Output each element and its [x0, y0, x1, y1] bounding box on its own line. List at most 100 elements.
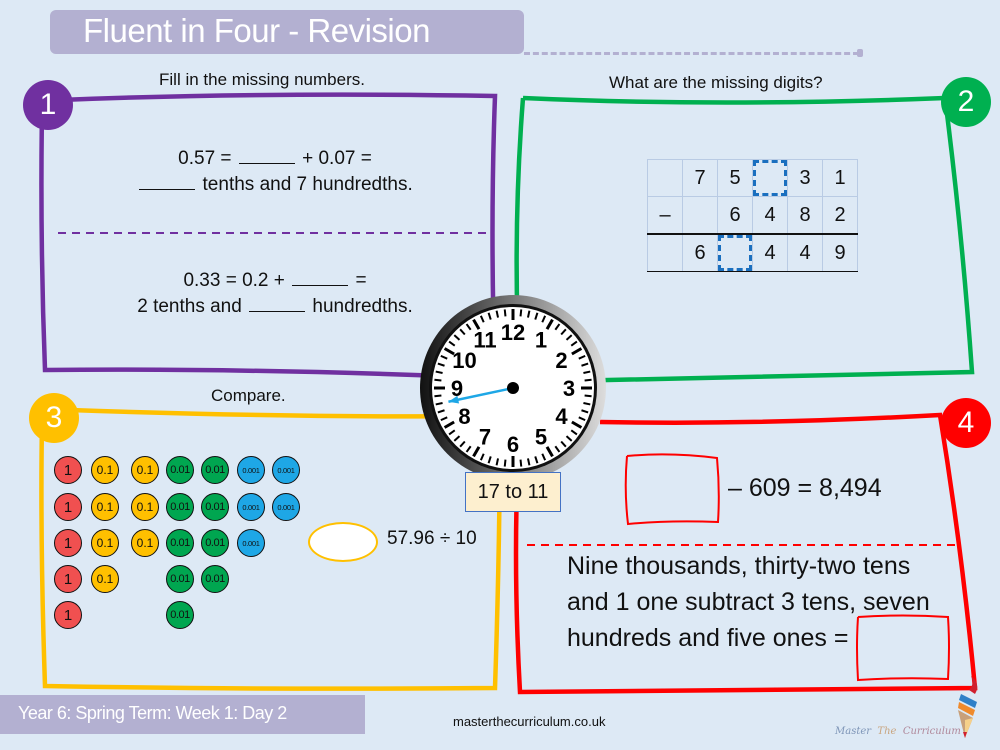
- grid-cell: 6: [717, 196, 753, 235]
- grid-cell: 4: [752, 196, 788, 235]
- clock-tick: [495, 310, 500, 318]
- page-title: Fluent in Four - Revision: [83, 12, 430, 49]
- clock-tick: [434, 394, 442, 398]
- s1-q2-blank-2[interactable]: [249, 310, 306, 312]
- section-2-badge: 2: [941, 77, 991, 127]
- clock-number: 7: [479, 424, 491, 449]
- grid-cell: 7: [682, 159, 718, 197]
- title-divider: [524, 52, 859, 55]
- clock-center: [507, 382, 519, 394]
- s4-equation: – 609 = 8,494: [728, 474, 882, 502]
- section-3-prompt: Compare.: [211, 386, 286, 405]
- grid-cell[interactable]: [717, 233, 753, 272]
- counter-ones: 1: [54, 601, 82, 629]
- clock-number: 5: [535, 424, 547, 449]
- section-1-prompt: Fill in the missing numbers.: [159, 70, 365, 89]
- counter-tenths: 0.1: [131, 493, 159, 521]
- counter-hundredths: 0.01: [166, 601, 194, 629]
- counter-hundredths: 0.01: [201, 493, 229, 521]
- counter-tenths: 0.1: [131, 529, 159, 557]
- subtraction-grid: 7 5 3 1–6 4 8 2 6 4 4 9: [647, 159, 858, 272]
- counter-hundredths: 0.01: [166, 529, 194, 557]
- grid-cell: [647, 233, 683, 272]
- clock-tick: [584, 378, 592, 382]
- clock-time-label: 17 to 11: [465, 472, 561, 512]
- clock-tick: [519, 459, 523, 467]
- s1-q2-text-a: 0.33 = 0.2 +: [183, 270, 285, 291]
- counter-ones: 1: [54, 493, 82, 521]
- s1-q2-text-c: 2 tenths and: [137, 296, 242, 317]
- s1-q2-blank-1[interactable]: [292, 284, 349, 286]
- missing-digit-box[interactable]: [718, 235, 752, 271]
- clock-number: 1: [535, 328, 547, 353]
- grid-cell: 1: [822, 159, 858, 197]
- s4-answer-box-1[interactable]: [620, 450, 725, 530]
- section-2-prompt: What are the missing digits?: [609, 73, 823, 92]
- counter-tenths: 0.1: [131, 456, 159, 484]
- logo-wordmark: Master The Curriculum: [835, 726, 961, 737]
- compare-expression: 57.96 ÷ 10: [387, 528, 477, 549]
- counter-thousandths: 0.001: [237, 456, 265, 484]
- s1-q1-line2: tenths and 7 hundredths.: [60, 174, 490, 196]
- grid-cell: 8: [787, 196, 823, 235]
- s1-q1-line1: 0.57 = + 0.07 =: [60, 148, 490, 170]
- counter-tenths: 0.1: [91, 493, 119, 521]
- clock-tick: [583, 401, 591, 406]
- logo-word-3: Curriculum: [902, 726, 961, 737]
- counter-hundredths: 0.01: [201, 529, 229, 557]
- clock-tick: [503, 459, 507, 467]
- grid-cell: [647, 159, 683, 197]
- s1-q2-text-d: hundredths.: [312, 296, 413, 317]
- s1-q1-text-c: tenths and 7 hundredths.: [202, 174, 413, 195]
- counter-hundredths: 0.01: [201, 456, 229, 484]
- grid-row: 6449: [647, 233, 858, 272]
- clock-number: 6: [507, 432, 519, 457]
- compare-answer-oval[interactable]: [308, 522, 378, 562]
- clock-number: 11: [473, 328, 496, 353]
- grid-cell: 4: [787, 233, 823, 272]
- grid-cell: 4: [752, 233, 788, 272]
- lesson-info: Year 6: Spring Term: Week 1: Day 2: [18, 703, 287, 723]
- s1-q1-text-a: 0.57 =: [178, 148, 232, 169]
- grid-row: 7531: [647, 159, 858, 197]
- clock-tick: [526, 310, 531, 318]
- counter-hundredths: 0.01: [201, 565, 229, 593]
- grid-cell: 5: [717, 159, 753, 197]
- grid-cell[interactable]: [752, 159, 788, 197]
- s1-q1-blank-1[interactable]: [238, 162, 295, 164]
- grid-cell: –: [647, 196, 683, 235]
- missing-digit-box[interactable]: [753, 160, 787, 196]
- grid-cell: 6: [682, 233, 718, 272]
- s1-q2-text-b: =: [355, 270, 367, 291]
- counter-thousandths: 0.001: [237, 529, 265, 557]
- grid-cell: 2: [822, 196, 858, 235]
- counter-ones: 1: [54, 456, 82, 484]
- clock-tick: [584, 394, 592, 398]
- counter-thousandths: 0.001: [237, 493, 265, 521]
- clock-tick: [434, 378, 442, 382]
- clock-number: 8: [458, 404, 470, 429]
- section-4-badge: 4: [941, 398, 991, 448]
- s1-q2-line1: 0.33 = 0.2 + =: [60, 270, 490, 292]
- s1-q1-blank-2[interactable]: [139, 188, 196, 190]
- title-divider-end: [857, 49, 863, 57]
- counter-ones: 1: [54, 565, 82, 593]
- grid-cell: [682, 196, 718, 235]
- clock-number: 12: [501, 320, 525, 345]
- analog-clock: 12 1234567891011: [420, 295, 606, 481]
- grid-row: –6 4 8 2: [647, 196, 858, 235]
- site-url[interactable]: masterthecurriculum.co.uk: [453, 714, 605, 729]
- clock-number: 4: [555, 404, 568, 429]
- counter-ones: 1: [54, 529, 82, 557]
- s4-word-line-1: Nine thousands, thirty-two tens: [567, 552, 911, 580]
- s4-answer-box-2[interactable]: [853, 612, 953, 684]
- clock-tick: [503, 309, 507, 317]
- clock-tick: [583, 370, 591, 375]
- clock-tick: [495, 458, 500, 466]
- counter-tenths: 0.1: [91, 529, 119, 557]
- counter-hundredths: 0.01: [166, 493, 194, 521]
- logo-word-2: The: [877, 726, 897, 737]
- counter-thousandths: 0.001: [272, 493, 300, 521]
- section-3-badge: 3: [29, 393, 79, 443]
- clock-number: 2: [555, 348, 567, 373]
